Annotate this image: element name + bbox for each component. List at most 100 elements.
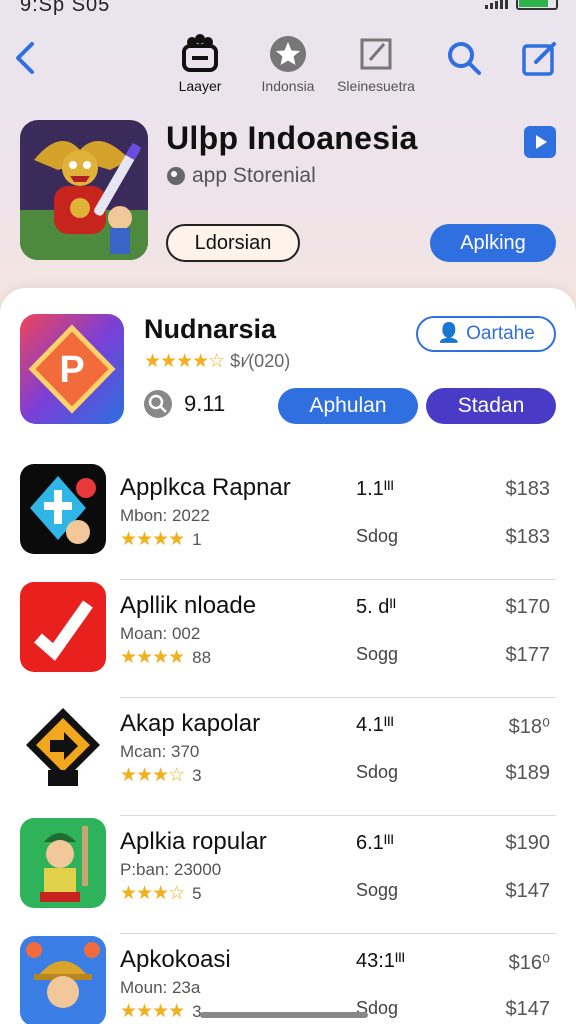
app-rating: ★★★★ 3	[120, 1000, 202, 1023]
chevron-left-icon	[16, 42, 34, 74]
app-size: Sogg	[356, 880, 399, 900]
app-price-secondary: $183	[505, 526, 551, 548]
app-list-sheet: P Nudnarsia ★★★★☆ $ı⁄(020) 9.11 👤 Oartah…	[0, 288, 576, 1024]
p-diamond-icon: P	[20, 314, 124, 424]
garuda-character-icon	[20, 120, 148, 260]
compose-button[interactable]	[520, 38, 560, 78]
tab-sleinesuetra[interactable]: Sleinesuetra	[326, 32, 426, 94]
cartoon-character-icon	[20, 818, 106, 908]
app-rating-count: 1	[192, 529, 202, 549]
tab-laayer[interactable]: Laayer	[150, 32, 250, 94]
app-size: Sogg	[356, 644, 399, 664]
star-rating-icon: ★★★★	[120, 647, 185, 668]
ldorsian-button[interactable]: Ldorsian	[166, 224, 300, 262]
app-rating-count: 3	[192, 765, 202, 785]
road-sign-icon	[20, 700, 106, 790]
app-version: 6.1ᴵᴵᴵ	[356, 832, 394, 854]
app-icon	[20, 700, 106, 790]
list-item[interactable]: Applkca Rapnar Mbon: 2022 ★★★★ 1 1.1ᴵᴵᴵ …	[0, 462, 576, 580]
app-icon	[20, 936, 106, 1024]
featured-rating: ★★★★☆ $ı⁄(020)	[144, 350, 290, 373]
edit-box-icon	[360, 38, 392, 70]
tab-label: Sleinesuetra	[337, 78, 415, 94]
signal-icon	[485, 0, 508, 9]
app-rating-count: 5	[192, 883, 202, 903]
app-icon	[20, 818, 106, 908]
aplking-button[interactable]: Aplking	[430, 224, 556, 262]
status-bar: 9:Sp S05	[0, 0, 576, 20]
compose-icon	[522, 42, 556, 76]
featured-app: P Nudnarsia ★★★★☆ $ı⁄(020) 9.11 👤 Oartah…	[0, 312, 576, 432]
featured-search-value: 9.11	[184, 391, 226, 416]
stadan-button[interactable]: Stadan	[426, 388, 556, 424]
app-meta: Mcan: 370	[120, 742, 200, 761]
app-price-secondary: $147	[505, 998, 551, 1020]
list-item[interactable]: Aplkia ropular P:ban: 23000 ★★★☆ 5 6.1ᴵᴵ…	[0, 816, 576, 934]
top-nav: Laayer Indonsia Sleinesuetra	[0, 30, 576, 100]
app-name: Apkokoasi	[120, 946, 231, 973]
app-name: Akap kapolar	[120, 710, 261, 737]
app-meta: P:ban: 23000	[120, 860, 222, 879]
list-item[interactable]: Akap kapolar Mcan: 370 ★★★☆ 3 4.1ᴵᴵᴵ Sdo…	[0, 698, 576, 816]
featured-app-icon[interactable]: P	[20, 314, 124, 424]
hero-section: Ulþp Indoanesia app Storenial Ldorsian A…	[0, 118, 576, 278]
app-size: Sdog	[356, 526, 399, 546]
app-meta: Moan: 002	[120, 624, 201, 643]
app-name: Aplkia ropular	[120, 828, 267, 855]
app-rating: ★★★☆ 3	[120, 764, 202, 787]
app-price: $183	[505, 478, 551, 500]
store-pin-icon	[167, 167, 185, 185]
featured-search[interactable]: 9.11	[144, 390, 225, 418]
app-list: Applkca Rapnar Mbon: 2022 ★★★★ 1 1.1ᴵᴵᴵ …	[0, 462, 576, 1024]
explorer-character-icon	[20, 936, 106, 1024]
aphulan-button[interactable]: Aphulan	[278, 388, 418, 424]
hero-title: Ulþp Indoanesia	[166, 120, 418, 156]
back-button[interactable]	[12, 38, 42, 78]
star-rating-icon: ★★★★☆	[144, 351, 225, 372]
app-price: $190	[505, 832, 551, 854]
app-rating-count: 88	[192, 647, 212, 667]
oartahe-button[interactable]: 👤 Oartahe	[416, 316, 556, 352]
app-price-secondary: $177	[505, 644, 551, 666]
tab-label: Indonsia	[261, 78, 315, 94]
star-rating-icon: ★★★★	[120, 1001, 185, 1022]
search-button[interactable]	[444, 38, 484, 78]
app-price: $16⁰	[508, 952, 550, 974]
app-version: 5. dᴵᴵ	[356, 596, 397, 618]
star-rating-icon: ★★★☆	[120, 765, 185, 786]
svg-text:P: P	[59, 349, 84, 391]
list-item[interactable]: Apllik nloade Moan: 002 ★★★★ 88 5. dᴵᴵ S…	[0, 580, 576, 698]
play-button[interactable]	[524, 126, 556, 158]
battery-icon	[516, 0, 558, 10]
app-rating-count: 3	[192, 1001, 202, 1021]
app-rating: ★★★★ 88	[120, 646, 211, 669]
app-version: 43:1ᴵᴵᴵ	[356, 950, 405, 972]
home-indicator[interactable]	[200, 1012, 368, 1018]
app-version: 4.1ᴵᴵᴵ	[356, 714, 394, 736]
featured-title: Nudnarsia	[144, 314, 277, 344]
featured-rating-text: $ı⁄(020)	[230, 351, 291, 371]
star-circle-icon	[270, 36, 306, 72]
app-name: Apllik nloade	[120, 592, 257, 619]
app-price: $170	[505, 596, 551, 618]
app-version: 1.1ᴵᴵᴵ	[356, 478, 394, 500]
list-item[interactable]: Apkokoasi Moun: 23a ★★★★ 3 43:1ᴵᴵᴵ Sdog …	[0, 934, 576, 1024]
status-time: 9:Sp S05	[20, 0, 111, 16]
tab-indonsia[interactable]: Indonsia	[238, 32, 338, 94]
diamond-cross-icon	[20, 464, 106, 554]
hero-subtitle: app Storenial	[192, 164, 316, 187]
app-price-secondary: $189	[505, 762, 551, 784]
app-meta: Moun: 23a	[120, 978, 201, 997]
star-rating-icon: ★★★★	[120, 529, 185, 550]
search-icon	[448, 42, 481, 75]
star-rating-icon: ★★★☆	[120, 883, 185, 904]
hero-subtitle-row: app Storenial	[166, 164, 316, 188]
hero-app-icon[interactable]	[20, 120, 148, 260]
oartahe-label: Oartahe	[466, 323, 535, 344]
app-size: Sdog	[356, 762, 399, 782]
app-name: Applkca Rapnar	[120, 474, 291, 501]
play-icon	[536, 135, 547, 149]
app-price: $18⁰	[508, 716, 550, 738]
app-meta: Mbon: 2022	[120, 506, 210, 525]
app-rating: ★★★★ 1	[120, 528, 202, 551]
